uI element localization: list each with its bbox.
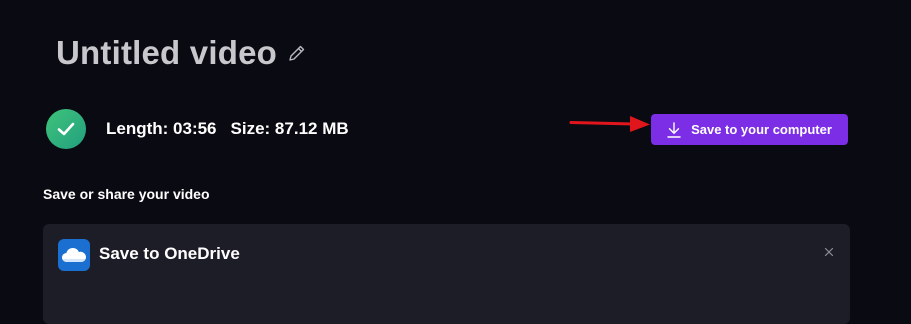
onedrive-title: Save to OneDrive <box>99 244 240 263</box>
share-section-heading: Save or share your video <box>43 186 210 202</box>
download-icon <box>667 121 681 138</box>
video-info-row: Length: 03:56 Size: 87.12 MB <box>46 109 349 149</box>
checkmark-icon <box>46 109 86 149</box>
onedrive-cloud-icon <box>58 239 90 271</box>
pencil-icon[interactable] <box>287 43 307 63</box>
video-size: Size: 87.12 MB <box>230 119 349 138</box>
annotation-arrow <box>569 116 650 132</box>
onedrive-card[interactable]: Save to OneDrive <box>43 224 850 324</box>
save-to-computer-button[interactable]: Save to your computer <box>651 114 848 145</box>
close-icon[interactable] <box>822 245 836 259</box>
title-row: Untitled video <box>56 31 307 75</box>
video-length: Length: 03:56 <box>106 119 217 138</box>
video-title[interactable]: Untitled video <box>56 34 277 72</box>
save-to-computer-label: Save to your computer <box>691 122 832 137</box>
